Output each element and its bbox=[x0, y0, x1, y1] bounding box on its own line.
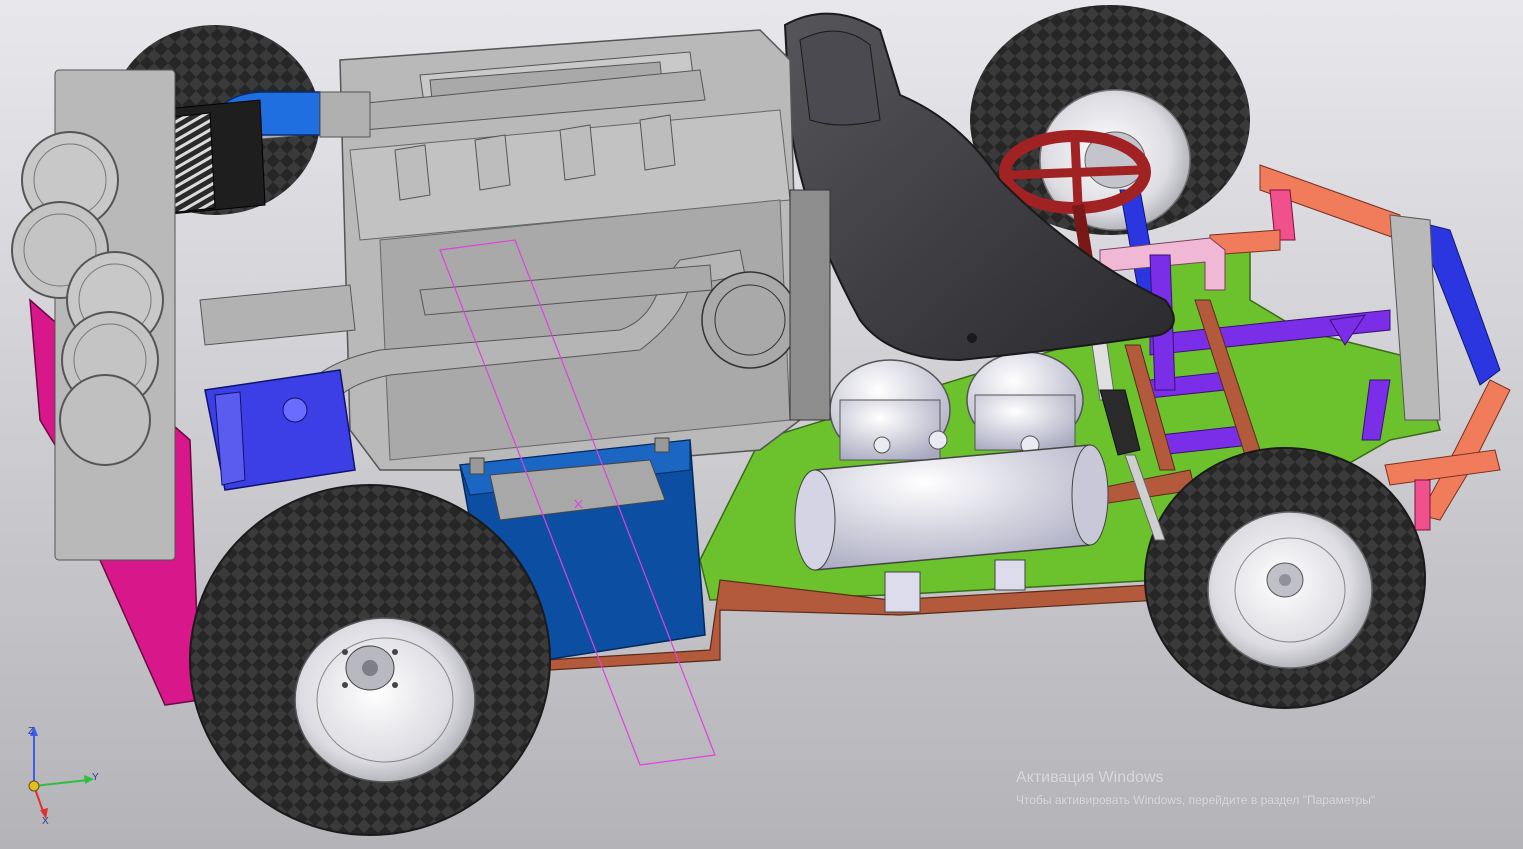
front-right-wheel bbox=[1144, 447, 1426, 709]
axis-triad: Z Y X bbox=[28, 726, 99, 827]
front-left-wheel bbox=[189, 484, 551, 836]
cad-3d-viewport[interactable]: Z Y X Активация Windows Чтобы активирова… bbox=[0, 0, 1523, 849]
hydraulic-pump bbox=[204, 369, 356, 491]
y-axis-label: Y bbox=[92, 772, 99, 783]
z-axis-label: Z bbox=[28, 726, 34, 737]
y-axis-line bbox=[33, 779, 89, 787]
go-kart-3d-model[interactable] bbox=[0, 0, 1523, 849]
axis-origin bbox=[28, 780, 40, 792]
x-axis-label: X bbox=[42, 816, 49, 827]
